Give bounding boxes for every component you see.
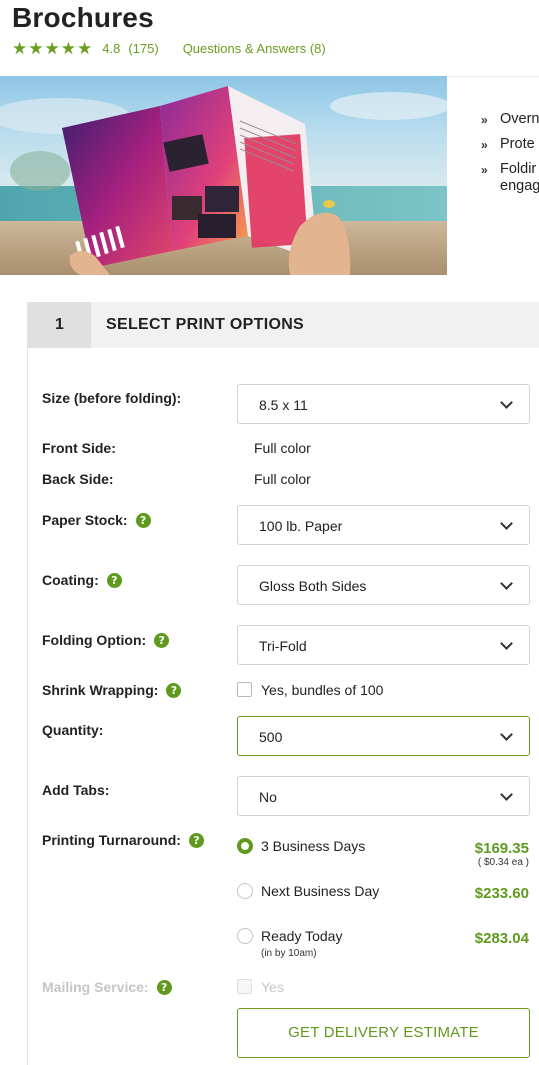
shrink-wrapping-label: Shrink Wrapping: ? — [42, 682, 182, 698]
add-tabs-value: No — [259, 789, 277, 805]
size-value: 8.5 x 11 — [259, 397, 308, 413]
star-icon: ★ — [28, 39, 44, 58]
turnaround-price: $169.35 — [474, 840, 529, 857]
coating-value: Gloss Both Sides — [259, 578, 367, 594]
quantity-label: Quantity: — [42, 722, 104, 738]
add-tabs-label: Add Tabs: — [42, 782, 110, 798]
coating-select[interactable]: Gloss Both Sides — [237, 565, 530, 605]
turnaround-radio-ready-today[interactable] — [237, 928, 253, 944]
shrink-wrapping-option[interactable]: Yes, bundles of 100 — [261, 682, 383, 698]
paper-stock-select[interactable]: 100 lb. Paper — [237, 505, 530, 545]
get-delivery-estimate-button[interactable]: GET DELIVERY ESTIMATE — [237, 1008, 530, 1058]
folding-value: Tri-Fold — [259, 638, 307, 654]
star-rating[interactable]: ★ ★ ★ ★ ★ — [12, 40, 92, 57]
paper-stock-value: 100 lb. Paper — [259, 518, 343, 534]
shrink-wrapping-checkbox[interactable] — [237, 682, 252, 697]
quantity-select[interactable]: 500 — [237, 716, 530, 756]
rating-row: ★ ★ ★ ★ ★ 4.8 (175) Questions & Answers … — [12, 40, 326, 57]
size-label: Size (before folding): — [42, 390, 182, 406]
turnaround-option-label[interactable]: Ready Today — [261, 928, 342, 944]
help-circle-icon[interactable]: ? — [106, 572, 122, 588]
front-side-label: Front Side: — [42, 440, 116, 456]
turnaround-option-label[interactable]: Next Business Day — [261, 883, 379, 899]
front-side-value: Full color — [254, 440, 311, 456]
star-icon: ★ — [60, 39, 76, 58]
paper-stock-label: Paper Stock: ? — [42, 512, 151, 528]
double-chevron-right-icon: » — [481, 163, 488, 177]
review-count-link[interactable]: (175) — [128, 41, 158, 56]
help-circle-icon[interactable]: ? — [188, 832, 204, 848]
rating-value: 4.8 — [102, 41, 121, 56]
turnaround-option-sublabel: (in by 10am) — [261, 948, 317, 959]
turnaround-price: $283.04 — [474, 930, 529, 947]
chevron-down-icon — [500, 728, 513, 741]
price-per-each: ( $0.34 ea ) — [477, 857, 529, 868]
questions-answers-link[interactable]: Questions & Answers (8) — [183, 41, 326, 56]
back-side-value: Full color — [254, 471, 311, 487]
star-icon: ★ — [77, 39, 93, 58]
turnaround-price: $233.60 — [474, 885, 529, 902]
size-select[interactable]: 8.5 x 11 — [237, 384, 530, 424]
turnaround-radio-next-day[interactable] — [237, 883, 253, 899]
brochure-illustration — [0, 76, 447, 275]
double-chevron-right-icon: » — [481, 138, 488, 152]
step-number: 1 — [28, 302, 91, 348]
double-chevron-right-icon: » — [481, 113, 488, 127]
chevron-down-icon — [500, 788, 513, 801]
chevron-down-icon — [500, 396, 513, 409]
feature-list: » Overn » Prote » Foldir engag — [481, 111, 539, 203]
section-title: SELECT PRINT OPTIONS — [106, 316, 305, 333]
turnaround-label: Printing Turnaround: ? — [42, 832, 204, 848]
folding-label: Folding Option: ? — [42, 632, 170, 648]
mailing-service-label: Mailing Service: ? — [42, 979, 172, 995]
feature-item: » Overn — [481, 111, 539, 127]
help-circle-icon[interactable]: ? — [154, 632, 170, 648]
folding-select[interactable]: Tri-Fold — [237, 625, 530, 665]
star-icon: ★ — [44, 39, 60, 58]
help-circle-icon[interactable]: ? — [156, 979, 172, 995]
feature-item: » Prote — [481, 136, 535, 152]
chevron-down-icon — [500, 637, 513, 650]
coating-label: Coating: ? — [42, 572, 122, 588]
section-header: 1 SELECT PRINT OPTIONS — [28, 302, 539, 348]
add-tabs-select[interactable]: No — [237, 776, 530, 816]
help-circle-icon[interactable]: ? — [166, 682, 182, 698]
product-title: Brochures — [12, 2, 154, 33]
feature-item: » Foldir engag — [481, 161, 539, 194]
product-hero-image — [0, 76, 447, 275]
turnaround-radio-3-days[interactable] — [237, 838, 253, 854]
quantity-value: 500 — [259, 729, 283, 745]
star-icon: ★ — [12, 39, 28, 58]
feature-list-panel: » Overn » Prote » Foldir engag — [447, 76, 539, 275]
back-side-label: Back Side: — [42, 471, 114, 487]
mailing-service-option: Yes — [261, 979, 284, 995]
turnaround-option-label[interactable]: 3 Business Days — [261, 838, 365, 854]
chevron-down-icon — [500, 577, 513, 590]
chevron-down-icon — [500, 517, 513, 530]
mailing-service-checkbox — [237, 979, 252, 994]
help-circle-icon[interactable]: ? — [135, 512, 151, 528]
